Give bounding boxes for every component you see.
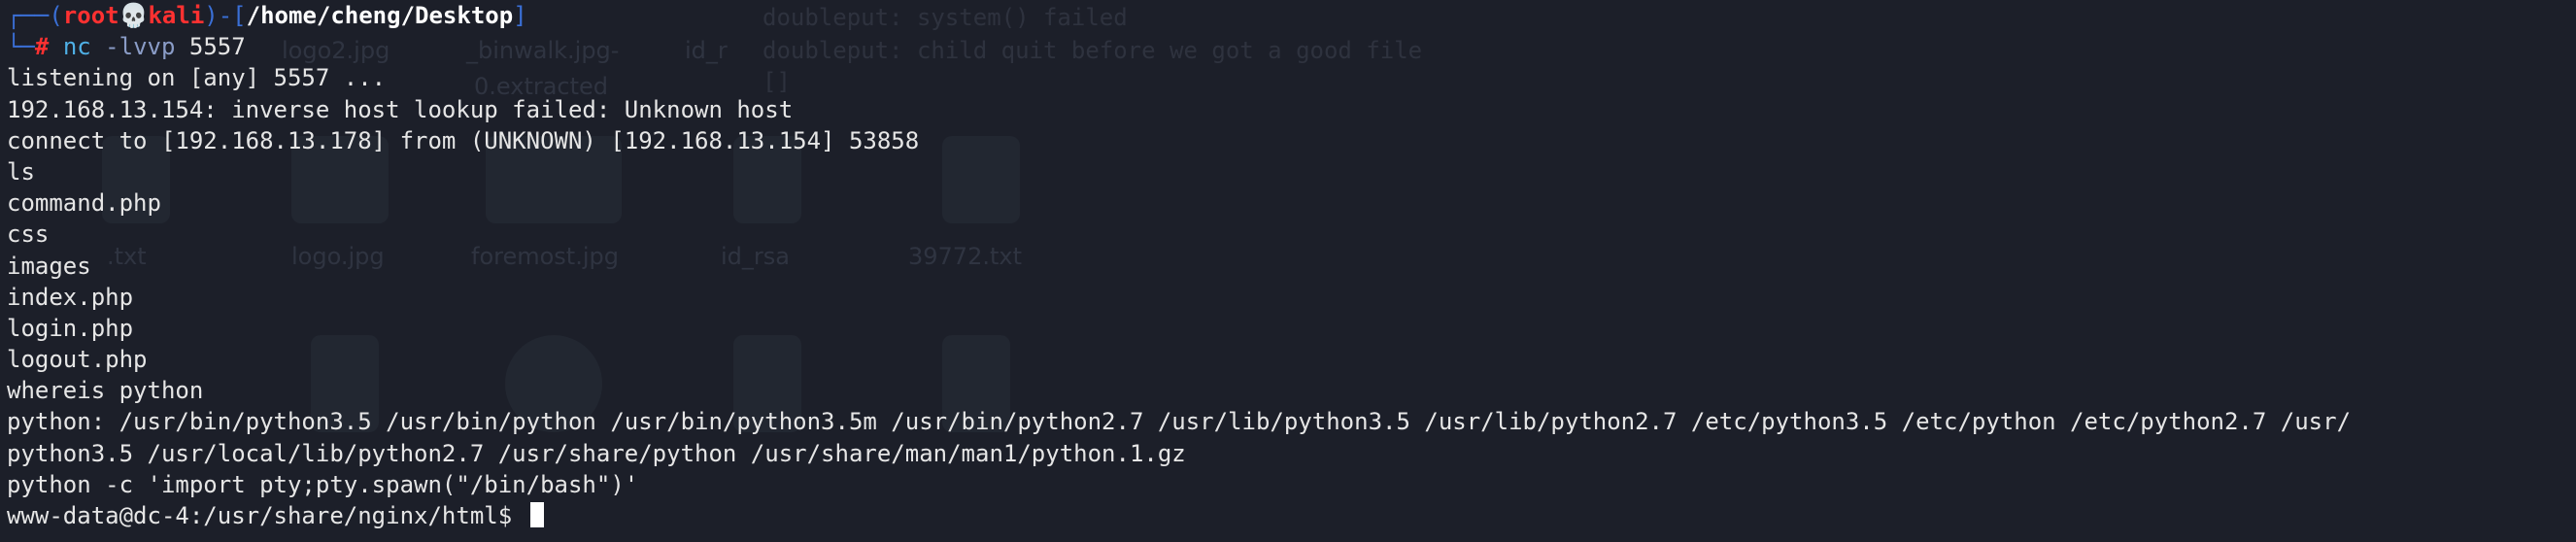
prompt-header: ┌──(root💀kali)-[/home/cheng/Desktop]: [7, 0, 2576, 31]
prompt-frame-bottom: └─: [7, 33, 35, 61]
shell-prompt: www-data@dc-4:/usr/share/nginx/html$: [7, 502, 526, 529]
output-line: listening on [any] 5557 ...: [7, 64, 387, 92]
output-line: python: /usr/bin/python3.5 /usr/bin/pyth…: [7, 408, 2352, 436]
output-line: command.php: [7, 189, 161, 218]
prompt-host: kali: [148, 2, 205, 29]
output-line: css: [7, 220, 50, 249]
output-line: ls: [7, 157, 35, 186]
shell-prompt-line[interactable]: www-data@dc-4:/usr/share/nginx/html$: [7, 500, 2576, 531]
command-arg: 5557: [188, 33, 246, 61]
prompt-frame-mid: )-[: [204, 2, 247, 29]
skull-icon: 💀: [119, 2, 149, 29]
output-line: images: [7, 252, 91, 280]
prompt-frame-open: ┌──(: [7, 2, 63, 29]
output-line: python -c 'import pty;pty.spawn("/bin/ba…: [7, 470, 639, 498]
command-flag: -lvvp: [105, 33, 176, 61]
output-line: logout.php: [7, 346, 148, 374]
text-cursor[interactable]: [529, 502, 544, 527]
output-line: login.php: [7, 314, 134, 342]
prompt-command-line: └─# nc -lvvp 5557: [7, 31, 2576, 62]
output-line: 192.168.13.154: inverse host lookup fail…: [7, 95, 794, 123]
prompt-frame-close: ]: [513, 2, 527, 29]
prompt-user: root: [62, 2, 119, 29]
terminal-window[interactable]: logo2.jpg _binwalk.jpg- id_r 0.extracted…: [0, 0, 2576, 542]
output-line: python3.5 /usr/local/lib/python2.7 /usr/…: [7, 439, 1186, 467]
prompt-hash: #: [34, 33, 50, 61]
terminal-output: ┌──(root💀kali)-[/home/cheng/Desktop] └─#…: [7, 0, 2576, 531]
output-line: whereis python: [7, 377, 204, 405]
output-line: connect to [192.168.13.178] from (UNKNOW…: [7, 126, 920, 154]
prompt-path: /home/cheng/Desktop: [246, 2, 514, 29]
output-line: index.php: [7, 283, 134, 311]
command-name: nc: [62, 33, 91, 61]
